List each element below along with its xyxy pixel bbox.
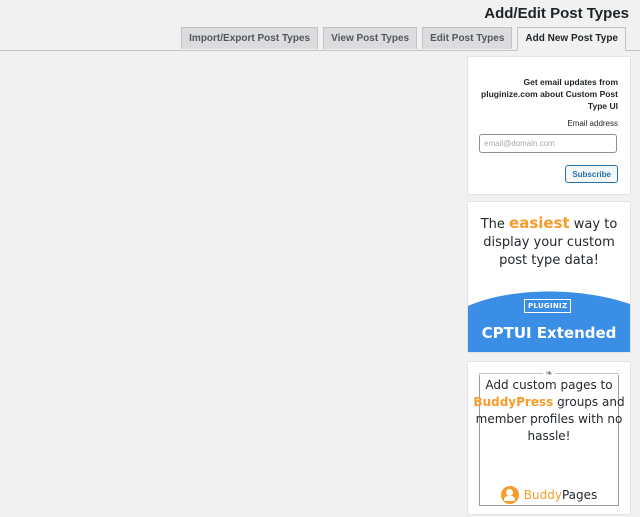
buddypages-promo[interactable]: ❧ Add custom pages to BuddyPress groups … bbox=[468, 362, 630, 514]
promo-product-name: CPTUI Extended bbox=[481, 324, 617, 342]
newsletter-title: Get email updates from pluginize.com abo… bbox=[481, 77, 618, 111]
tab-add-new-post-type[interactable]: Add New Post Type bbox=[517, 27, 626, 51]
newsletter-box: Get email updates from pluginize.com abo… bbox=[468, 57, 630, 194]
promo-headline: The easiest way to display your custom p… bbox=[468, 214, 630, 270]
tab-edit-post-types[interactable]: Edit Post Types bbox=[422, 27, 513, 49]
buddypages-brand: BuddyPages bbox=[468, 486, 630, 504]
subscribe-button[interactable]: Subscribe bbox=[565, 165, 618, 183]
email-label: Email address bbox=[567, 119, 618, 128]
brand-pages: Pages bbox=[561, 488, 598, 502]
sidebar: Get email updates from pluginize.com abo… bbox=[468, 57, 630, 514]
buddypages-text-before: Add custom pages to bbox=[485, 378, 613, 392]
email-input[interactable] bbox=[479, 134, 617, 153]
nav-tab-bar: Import/Export Post Types View Post Types… bbox=[0, 27, 640, 51]
brand-buddy: Buddy bbox=[523, 488, 562, 502]
nav-tabs: Import/Export Post Types View Post Types… bbox=[181, 27, 626, 51]
buddypress-highlight: BuddyPress bbox=[473, 395, 554, 409]
tab-import-export-post-types[interactable]: Import/Export Post Types bbox=[181, 27, 319, 49]
promo-headline-highlight: easiest bbox=[509, 214, 570, 232]
pluginize-logo: PLUGINIZ bbox=[524, 299, 572, 313]
buddypages-text: Add custom pages to BuddyPress groups an… bbox=[468, 377, 630, 445]
promo-headline-before: The bbox=[480, 217, 510, 232]
cptui-extended-promo[interactable]: The easiest way to display your custom p… bbox=[468, 202, 630, 352]
tab-view-post-types[interactable]: View Post Types bbox=[323, 27, 418, 49]
page-title: Add/Edit Post Types bbox=[484, 5, 629, 22]
buddypages-logo-icon bbox=[500, 486, 519, 504]
